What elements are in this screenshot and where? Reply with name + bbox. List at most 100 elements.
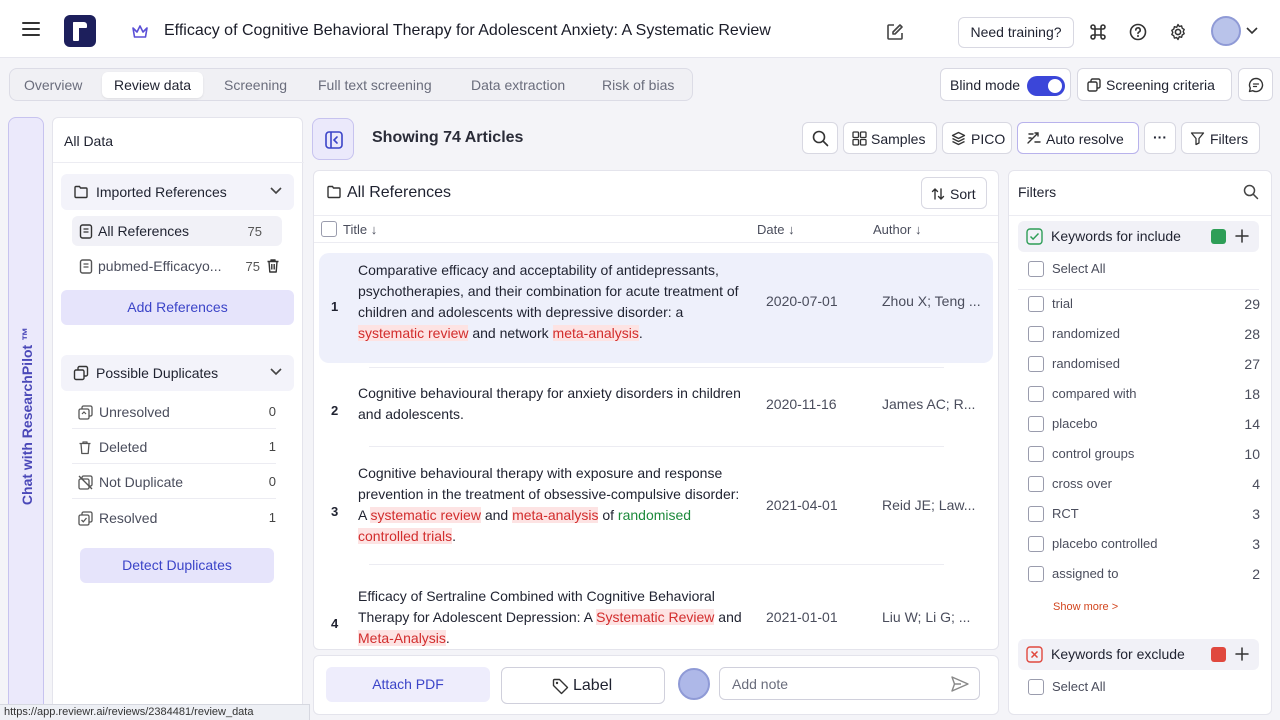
layers-icon	[951, 131, 966, 146]
blind-mode-toggle[interactable]	[1027, 76, 1065, 96]
note-input[interactable]	[721, 669, 941, 698]
checkbox[interactable]	[1028, 446, 1044, 462]
select-all-exclude[interactable]: Select All	[1028, 676, 1260, 700]
app-logo[interactable]	[64, 15, 96, 47]
checkbox[interactable]	[1028, 566, 1044, 582]
table-row[interactable]: 4 Efficacy of Sertraline Combined with C…	[319, 574, 993, 649]
keyword-filter-item[interactable]: placebo controlled 3	[1028, 533, 1260, 557]
need-training-button[interactable]: Need training?	[958, 17, 1074, 48]
menu-icon[interactable]	[20, 20, 42, 38]
gear-icon[interactable]	[1169, 23, 1187, 41]
checkbox[interactable]	[1028, 356, 1044, 372]
samples-button[interactable]: Samples	[843, 122, 937, 154]
keyword-filter-item[interactable]: control groups 10	[1028, 443, 1260, 467]
chevron-down-icon[interactable]	[1246, 27, 1258, 35]
checkbox[interactable]	[1028, 416, 1044, 432]
user-avatar[interactable]	[1211, 16, 1241, 46]
label-button[interactable]: Label	[501, 667, 665, 704]
document-icon	[79, 224, 93, 239]
send-icon[interactable]	[950, 675, 970, 693]
plus-icon[interactable]	[1234, 228, 1250, 244]
keyword-filter-item[interactable]: trial 29	[1028, 293, 1260, 317]
duplicates-item-unresolved[interactable]: Unresolved 0	[72, 395, 276, 429]
keyword-count: 27	[1244, 356, 1260, 372]
include-color-swatch[interactable]	[1211, 229, 1226, 244]
row-divider	[369, 564, 944, 565]
column-author[interactable]: Author ↓	[873, 222, 921, 237]
plus-icon[interactable]	[1234, 646, 1250, 662]
chat-with-researchpilot-tab[interactable]: Chat with ResearchPilot ™	[8, 117, 44, 717]
article-title: Efficacy of Sertraline Combined with Cog…	[358, 586, 750, 649]
more-options-button[interactable]: ···	[1144, 122, 1176, 154]
search-button[interactable]	[802, 122, 838, 154]
table-row[interactable]: 3 Cognitive behavioural therapy with exp…	[319, 451, 993, 561]
data-sidebar: All Data Imported References All Referen…	[52, 117, 304, 717]
comments-button[interactable]	[1238, 68, 1273, 101]
detect-duplicates-button[interactable]: Detect Duplicates	[80, 548, 274, 583]
collapse-sidebar-button[interactable]	[312, 118, 354, 160]
keywords-exclude-label: Keywords for exclude	[1051, 646, 1185, 662]
sort-button[interactable]: Sort	[921, 177, 987, 209]
auto-resolve-button[interactable]: Auto resolve	[1017, 122, 1139, 154]
sidebar-item-all-references[interactable]: All References 75	[72, 216, 282, 246]
duplicates-item-not-duplicate[interactable]: Not Duplicate 0	[72, 465, 276, 499]
column-title[interactable]: Title ↓	[343, 222, 377, 237]
divider	[1009, 215, 1271, 216]
attach-pdf-button[interactable]: Attach PDF	[326, 667, 490, 702]
checkbox[interactable]	[1028, 326, 1044, 342]
title-text: Comparative efficacy and acceptability o…	[358, 262, 739, 320]
document-icon	[79, 259, 93, 274]
checkbox[interactable]	[1028, 261, 1044, 277]
tab-risk-of-bias[interactable]: Risk of bias	[590, 72, 686, 98]
select-all-include[interactable]: Select All	[1028, 258, 1260, 282]
tab-full-text-screening[interactable]: Full text screening	[306, 72, 444, 98]
keyword-filter-item[interactable]: RCT 3	[1028, 503, 1260, 527]
keyword-filter-item[interactable]: placebo 14	[1028, 413, 1260, 437]
tab-overview[interactable]: Overview	[12, 72, 94, 98]
pico-button[interactable]: PICO	[942, 122, 1012, 154]
sparkle-icon	[1027, 132, 1041, 144]
tab-screening[interactable]: Screening	[212, 72, 299, 98]
exclude-color-swatch[interactable]	[1211, 647, 1226, 662]
checkbox[interactable]	[1028, 536, 1044, 552]
divider	[1018, 289, 1259, 290]
checkbox[interactable]	[1028, 679, 1044, 695]
table-row[interactable]: 2 Cognitive behavioural therapy for anxi…	[319, 371, 993, 443]
keyword-filter-item[interactable]: assigned to 2	[1028, 563, 1260, 587]
checkbox[interactable]	[1028, 386, 1044, 402]
sidebar-item-pubmed-file[interactable]: pubmed-Efficacyo... 75	[72, 251, 282, 281]
trash-icon[interactable]	[266, 258, 280, 274]
command-icon[interactable]	[1089, 23, 1107, 41]
screening-criteria-button[interactable]: Screening criteria	[1077, 68, 1232, 101]
checkbox[interactable]	[1028, 296, 1044, 312]
tab-review-data[interactable]: Review data	[102, 72, 204, 98]
imported-references-header[interactable]: Imported References	[61, 174, 294, 210]
title-text: .	[445, 630, 450, 646]
column-date[interactable]: Date ↓	[757, 222, 795, 237]
filters-button[interactable]: Filters	[1181, 122, 1260, 154]
search-icon[interactable]	[1243, 184, 1259, 200]
article-date: 2021-04-01	[766, 497, 838, 513]
show-more-link[interactable]: Show more >	[1053, 601, 1118, 613]
edit-icon[interactable]	[886, 23, 904, 41]
duplicate-icon	[73, 365, 89, 381]
help-icon[interactable]	[1129, 23, 1147, 41]
label-button-text: Label	[573, 677, 613, 694]
table-row[interactable]: 1 Comparative efficacy and acceptability…	[319, 253, 993, 363]
keywords-exclude-header[interactable]: Keywords for exclude	[1018, 639, 1259, 670]
keyword-filter-item[interactable]: randomised 27	[1028, 353, 1260, 377]
keyword-filter-item[interactable]: randomized 28	[1028, 323, 1260, 347]
select-all-checkbox[interactable]	[321, 221, 337, 237]
note-field[interactable]	[719, 667, 980, 700]
add-references-button[interactable]: Add References	[61, 290, 294, 325]
possible-duplicates-header[interactable]: Possible Duplicates	[61, 355, 294, 391]
checkbox[interactable]	[1028, 476, 1044, 492]
article-author: James AC; R...	[882, 396, 976, 412]
duplicates-item-resolved[interactable]: Resolved 1	[72, 501, 276, 535]
keyword-filter-item[interactable]: cross over 4	[1028, 473, 1260, 497]
tab-data-extraction[interactable]: Data extraction	[459, 72, 577, 98]
keyword-filter-item[interactable]: compared with 18	[1028, 383, 1260, 407]
keywords-include-header[interactable]: Keywords for include	[1018, 221, 1259, 252]
checkbox[interactable]	[1028, 506, 1044, 522]
duplicates-item-deleted[interactable]: Deleted 1	[72, 430, 276, 464]
